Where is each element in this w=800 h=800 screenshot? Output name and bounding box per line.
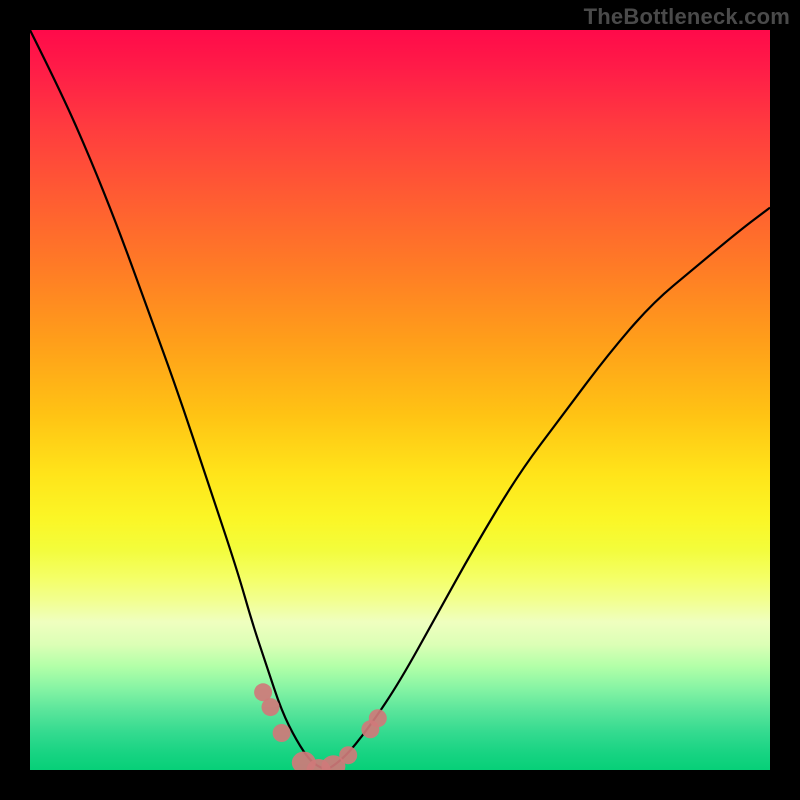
- curve-right-branch: [326, 208, 770, 770]
- marker-point: [273, 724, 291, 742]
- marker-point: [369, 709, 387, 727]
- curve-left-branch: [30, 30, 326, 770]
- marker-point: [339, 746, 357, 764]
- marker-point: [262, 698, 280, 716]
- watermark-text: TheBottleneck.com: [584, 4, 790, 30]
- markers-group: [254, 683, 387, 770]
- plot-area: [30, 30, 770, 770]
- outer-frame: TheBottleneck.com: [0, 0, 800, 800]
- curve-svg: [30, 30, 770, 770]
